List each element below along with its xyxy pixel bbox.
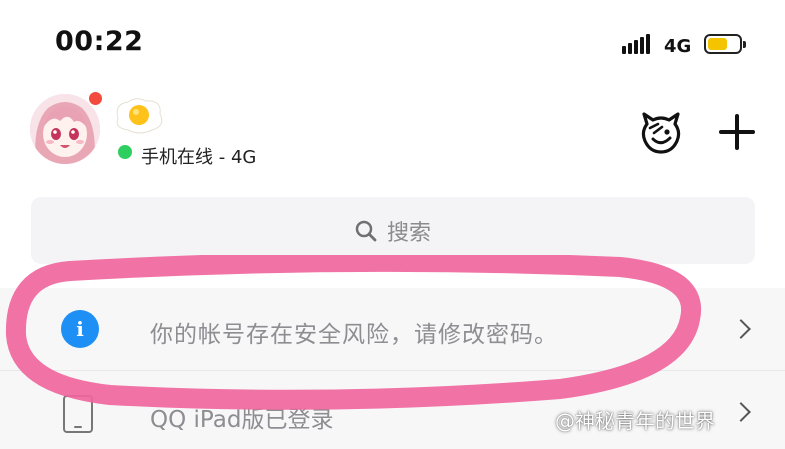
ipad-icon bbox=[63, 395, 93, 433]
online-indicator bbox=[118, 145, 132, 159]
plus-icon[interactable] bbox=[719, 114, 755, 150]
security-warning-text: 你的帐号存在安全风险，请修改密码。 bbox=[150, 322, 558, 348]
online-status-text: 手机在线 - 4G bbox=[141, 147, 257, 168]
info-icon: i bbox=[61, 310, 99, 348]
fried-egg-icon[interactable] bbox=[112, 96, 166, 136]
battery-fill bbox=[708, 38, 727, 50]
search-bar[interactable]: 搜索 bbox=[31, 197, 755, 264]
search-icon bbox=[355, 220, 377, 241]
notification-badge bbox=[87, 90, 104, 107]
ipad-login-text: QQ iPad版已登录 bbox=[150, 407, 334, 433]
status-time: 00:22 bbox=[55, 26, 144, 57]
battery-icon bbox=[704, 34, 746, 54]
watermark-text: @神秘青年的世界 bbox=[555, 409, 715, 433]
mascot-icon[interactable] bbox=[638, 110, 684, 156]
search-placeholder: 搜索 bbox=[386, 220, 431, 246]
network-type: 4G bbox=[664, 36, 692, 57]
signal-icon bbox=[622, 34, 650, 54]
